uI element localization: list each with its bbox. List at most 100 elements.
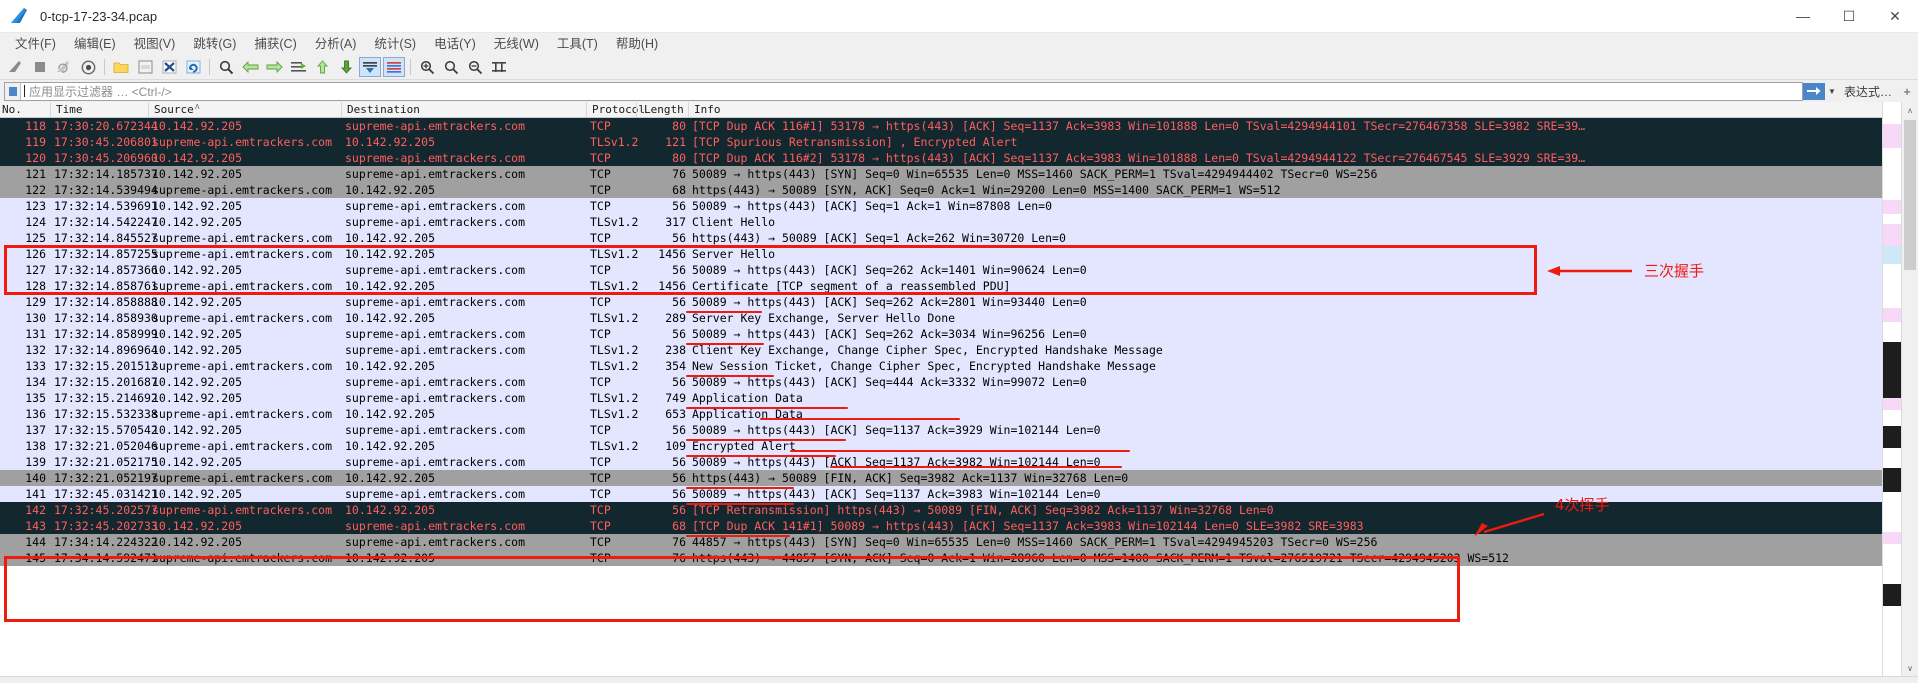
filter-apply-arrow-icon[interactable]	[1802, 82, 1825, 100]
scrollbar-thumb[interactable]	[1904, 120, 1916, 270]
table-row[interactable]: 128 17:32:14.858761 supreme-api.emtrackers…	[0, 278, 1882, 294]
underline-server-key-exchange-2	[760, 418, 960, 420]
menu-analyze[interactable]: 分析(A)	[306, 34, 366, 54]
menu-capture[interactable]: 捕获(C)	[245, 34, 305, 54]
go-to-packet-icon[interactable]	[287, 57, 309, 77]
cell-info: [TCP Dup ACK 116#2] 53178 → https(443) […	[692, 151, 1586, 165]
cell-time: 17:32:14.539691	[54, 199, 158, 213]
zoom-reset-icon[interactable]	[464, 57, 486, 77]
auto-scroll-icon[interactable]	[359, 57, 381, 77]
zoom-in-icon[interactable]	[416, 57, 438, 77]
scroll-down-arrow-icon[interactable]: ∨	[1902, 660, 1918, 676]
chevron-down-icon[interactable]: ▼	[1826, 83, 1838, 100]
minimap-segment	[1883, 448, 1901, 468]
vertical-scrollbar[interactable]: ʌ ∨	[1901, 102, 1918, 676]
cell-src: 10.142.92.205	[152, 375, 243, 389]
window-title: 0-tcp-17-23-34.pcap	[40, 8, 158, 24]
table-row[interactable]: 132 17:32:14.896964 10.142.92.205 supreme-a…	[0, 342, 1882, 358]
menu-help[interactable]: 帮助(H)	[607, 34, 667, 54]
table-row[interactable]: 126 17:32:14.857255 supreme-api.emtrackers…	[0, 246, 1882, 262]
column-header-time[interactable]: Time	[56, 103, 83, 116]
close-file-icon[interactable]	[158, 57, 180, 77]
column-header-protocol[interactable]: Protocol	[592, 103, 645, 116]
minimize-button[interactable]: —	[1780, 0, 1826, 32]
column-header-source[interactable]: Source	[154, 103, 194, 116]
cell-no: 144	[25, 535, 46, 549]
cell-dst: supreme-api.emtrackers.com	[345, 167, 526, 181]
start-capture-icon[interactable]	[5, 57, 27, 77]
go-forward-icon[interactable]	[263, 57, 285, 77]
menu-file[interactable]: 文件(F)	[6, 34, 65, 54]
cell-proto: TCP	[590, 423, 611, 437]
reload-file-icon[interactable]	[182, 57, 204, 77]
capture-options-icon[interactable]	[77, 57, 99, 77]
table-row[interactable]: 140 17:32:21.052197 supreme-api.emtrackers…	[0, 470, 1882, 486]
filter-bookmark-icon[interactable]	[5, 82, 21, 100]
zoom-out-icon[interactable]	[440, 57, 462, 77]
stop-capture-icon[interactable]	[29, 57, 51, 77]
resize-columns-icon[interactable]	[488, 57, 510, 77]
minimap-segment	[1883, 322, 1901, 342]
cell-len: 56	[672, 231, 686, 245]
table-row[interactable]: 145 17:34:14.592471 supreme-api.emtrackers…	[0, 550, 1882, 566]
table-row[interactable]: 118 17:30:20.672344 10.142.92.205 supreme-a…	[0, 118, 1882, 134]
go-first-packet-icon[interactable]	[311, 57, 333, 77]
filter-expression-button[interactable]: 表达式…	[1838, 83, 1898, 100]
table-row[interactable]: 134 17:32:15.201687 10.142.92.205 supreme-a…	[0, 374, 1882, 390]
add-filter-button[interactable]: +	[1898, 84, 1916, 99]
cell-time: 17:32:45.202577	[54, 503, 158, 517]
cell-proto: TCP	[590, 551, 611, 565]
table-row[interactable]: 122 17:32:14.539494 supreme-api.emtrackers…	[0, 182, 1882, 198]
menu-view[interactable]: 视图(V)	[125, 34, 185, 54]
menu-statistics[interactable]: 统计(S)	[365, 34, 425, 54]
table-row[interactable]: 121 17:32:14.185737 10.142.92.205 supreme-a…	[0, 166, 1882, 182]
cell-len: 76	[672, 167, 686, 181]
cell-len: 56	[672, 263, 686, 277]
table-row[interactable]: 133 17:32:15.201512 supreme-api.emtrackers…	[0, 358, 1882, 374]
wireshark-window: 0-tcp-17-23-34.pcap — ☐ ✕ 文件(F) 编辑(E) 视图…	[0, 0, 1918, 683]
column-header-info[interactable]: Info	[694, 103, 721, 116]
display-filter-input[interactable]: 应用显示过滤器 … <Ctrl-/>	[4, 81, 1803, 101]
restart-capture-icon[interactable]	[53, 57, 75, 77]
column-header-destination[interactable]: Destination	[347, 103, 420, 116]
column-header-length[interactable]: Length	[644, 103, 684, 116]
table-row[interactable]: 124 17:32:14.542247 10.142.92.205 supreme-a…	[0, 214, 1882, 230]
colorize-icon[interactable]	[383, 57, 405, 77]
go-last-packet-icon[interactable]	[335, 57, 357, 77]
cell-time: 17:32:14.185737	[54, 167, 158, 181]
open-file-icon[interactable]	[110, 57, 132, 77]
maximize-button[interactable]: ☐	[1826, 0, 1872, 32]
table-row[interactable]: 120 17:30:45.206960 10.142.92.205 supreme-a…	[0, 150, 1882, 166]
table-row[interactable]: 125 17:32:14.845527 supreme-api.emtrackers…	[0, 230, 1882, 246]
table-row[interactable]: 143 17:32:45.202733 10.142.92.205 supreme-a…	[0, 518, 1882, 534]
menu-edit[interactable]: 编辑(E)	[65, 34, 125, 54]
table-row[interactable]: 135 17:32:15.214692 10.142.92.205 supreme-a…	[0, 390, 1882, 406]
table-row[interactable]: 129 17:32:14.858888 10.142.92.205 supreme-a…	[0, 294, 1882, 310]
menu-wireless[interactable]: 无线(W)	[485, 34, 548, 54]
cell-proto: TCP	[590, 471, 611, 485]
menu-tools[interactable]: 工具(T)	[548, 34, 607, 54]
scroll-up-arrow-icon[interactable]: ʌ	[1902, 102, 1918, 118]
table-row[interactable]: 137 17:32:15.570542 10.142.92.205 supreme-a…	[0, 422, 1882, 438]
menu-go[interactable]: 跳转(G)	[184, 34, 245, 54]
packet-list-table[interactable]: No. Time Source Destination Protocol Len…	[0, 102, 1882, 676]
table-row[interactable]: 119 17:30:45.206801 supreme-api.emtrackers…	[0, 134, 1882, 150]
cell-proto: TLSv1.2	[590, 407, 639, 421]
table-row[interactable]: 131 17:32:14.858999 10.142.92.205 supreme-a…	[0, 326, 1882, 342]
cell-info: 50089 → https(443) [SYN] Seq=0 Win=65535…	[692, 167, 1378, 181]
menu-telephony[interactable]: 电话(Y)	[425, 34, 485, 54]
cell-proto: TCP	[590, 375, 611, 389]
text-cursor	[24, 85, 25, 97]
filter-placeholder: 应用显示过滤器 … <Ctrl-/>	[29, 84, 172, 99]
column-header-no[interactable]: No.	[2, 103, 22, 116]
cell-src: supreme-api.emtrackers.com	[152, 439, 333, 453]
status-bar	[0, 676, 1918, 683]
close-button[interactable]: ✕	[1872, 0, 1918, 32]
handshake-arrow-icon	[1547, 262, 1632, 280]
save-file-icon[interactable]	[134, 57, 156, 77]
table-row[interactable]: 130 17:32:14.858930 supreme-api.emtrackers…	[0, 310, 1882, 326]
find-packet-icon[interactable]	[215, 57, 237, 77]
go-back-icon[interactable]	[239, 57, 261, 77]
table-row[interactable]: 144 17:34:14.224322 10.142.92.205 supreme-a…	[0, 534, 1882, 550]
table-row[interactable]: 123 17:32:14.539691 10.142.92.205 supreme-a…	[0, 198, 1882, 214]
